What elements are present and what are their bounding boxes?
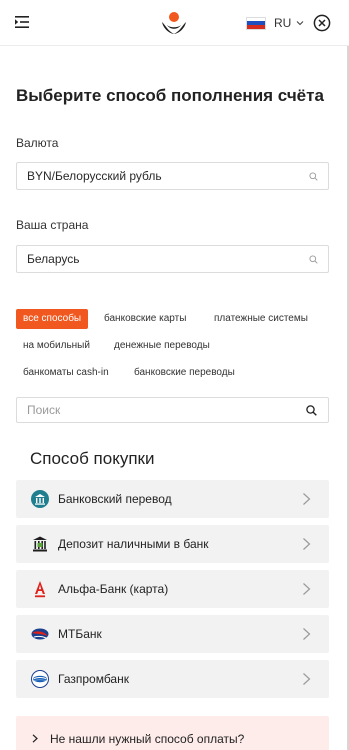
search-icon (309, 172, 318, 181)
chevron-down-icon (296, 21, 304, 26)
mtbank-icon (31, 628, 49, 640)
filter-chip-bank-transfers[interactable]: банковские переводы (127, 363, 242, 383)
method-item-alfa-bank[interactable]: Альфа-Банк (карта) (16, 570, 329, 608)
not-found-label: Не нашли нужный способ оплаты? (50, 732, 245, 746)
method-item-gazprombank[interactable]: Газпромбанк (16, 660, 329, 698)
filter-chip-bank-cards[interactable]: банковские карты (97, 309, 193, 329)
method-label: Депозит наличными в банк (58, 537, 209, 551)
brand-logo[interactable] (161, 11, 187, 35)
language-code: RU (274, 16, 292, 30)
country-value: Беларусь (27, 252, 80, 266)
method-search[interactable] (16, 397, 329, 423)
chevron-right-icon (303, 583, 311, 595)
filter-chip-all[interactable]: все способы (16, 309, 89, 329)
close-icon[interactable] (313, 14, 331, 32)
chevron-right-icon (303, 493, 311, 505)
language-selector[interactable]: RU (246, 14, 304, 32)
currency-select[interactable]: BYN/Белорусский рубль (16, 162, 329, 190)
country-label: Ваша страна (16, 218, 89, 232)
method-item-mtbank[interactable]: МТБанк (16, 615, 329, 653)
section-title: Способ покупки (30, 449, 155, 468)
menu-collapse-icon[interactable] (14, 14, 30, 30)
method-item-bank-transfer[interactable]: Банковский перевод (16, 480, 329, 518)
search-input[interactable] (17, 398, 287, 422)
bank-building-icon (31, 490, 49, 508)
chevron-right-icon (32, 734, 38, 743)
chevron-right-icon (303, 673, 311, 685)
filter-chip-money-transfers[interactable]: денежные переводы (107, 336, 217, 356)
filter-chip-atm-cash-in[interactable]: банкоматы cash-in (16, 363, 116, 383)
chevron-right-icon (303, 538, 311, 550)
method-label: МТБанк (58, 627, 102, 641)
search-icon (309, 255, 318, 264)
top-header: RU (0, 0, 349, 46)
method-label: Альфа-Банк (карта) (58, 582, 169, 596)
page-title: Выберите способ пополнения счёта (16, 86, 324, 105)
filter-chip-payment-systems[interactable]: платежные системы (207, 309, 315, 329)
alfa-bank-icon (35, 581, 45, 598)
country-select[interactable]: Беларусь (16, 245, 329, 273)
gazprombank-icon (31, 670, 49, 688)
currency-value: BYN/Белорусский рубль (27, 169, 162, 183)
payment-method-not-found[interactable]: Не нашли нужный способ оплаты? (16, 716, 329, 750)
method-label: Газпромбанк (58, 672, 129, 686)
filter-chip-mobile[interactable]: на мобильный (16, 336, 97, 356)
method-label: Банковский перевод (58, 492, 172, 506)
method-item-cash-deposit[interactable]: Депозит наличными в банк (16, 525, 329, 563)
search-icon[interactable] (306, 405, 317, 416)
russia-flag-icon (246, 16, 266, 30)
chevron-right-icon (303, 628, 311, 640)
cash-deposit-icon (33, 536, 47, 552)
currency-label: Валюта (16, 136, 59, 150)
